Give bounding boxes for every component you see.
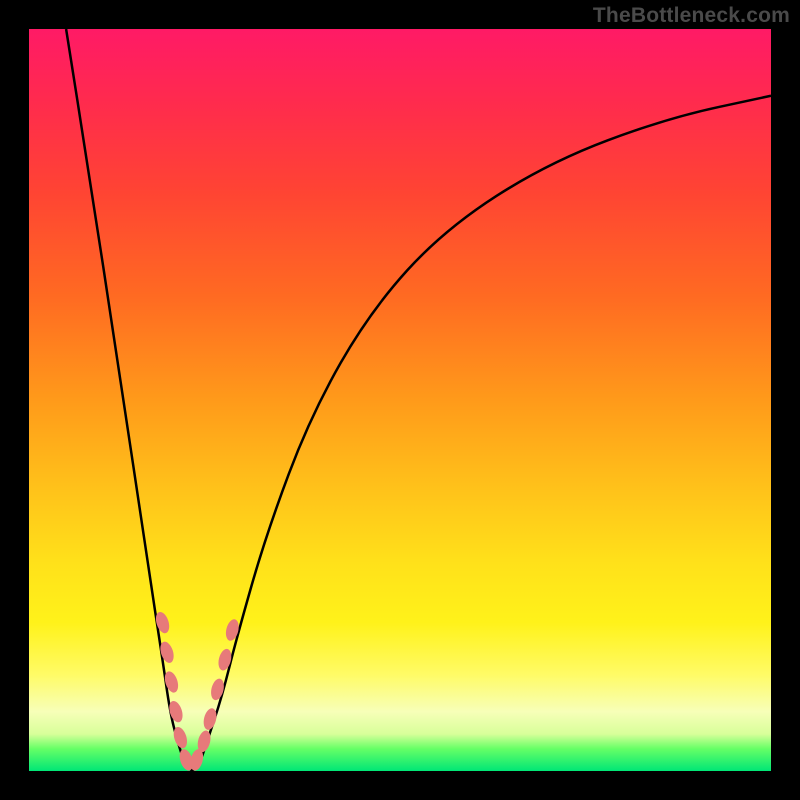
data-marker (224, 618, 241, 642)
watermark-text: TheBottleneck.com (593, 4, 790, 28)
data-marker (216, 648, 233, 672)
plot-area (29, 29, 771, 771)
data-marker (209, 677, 226, 701)
chart-frame: TheBottleneck.com (0, 0, 800, 800)
curve-right-branch (192, 96, 771, 771)
curve-left-branch (66, 29, 192, 771)
chart-svg (29, 29, 771, 771)
